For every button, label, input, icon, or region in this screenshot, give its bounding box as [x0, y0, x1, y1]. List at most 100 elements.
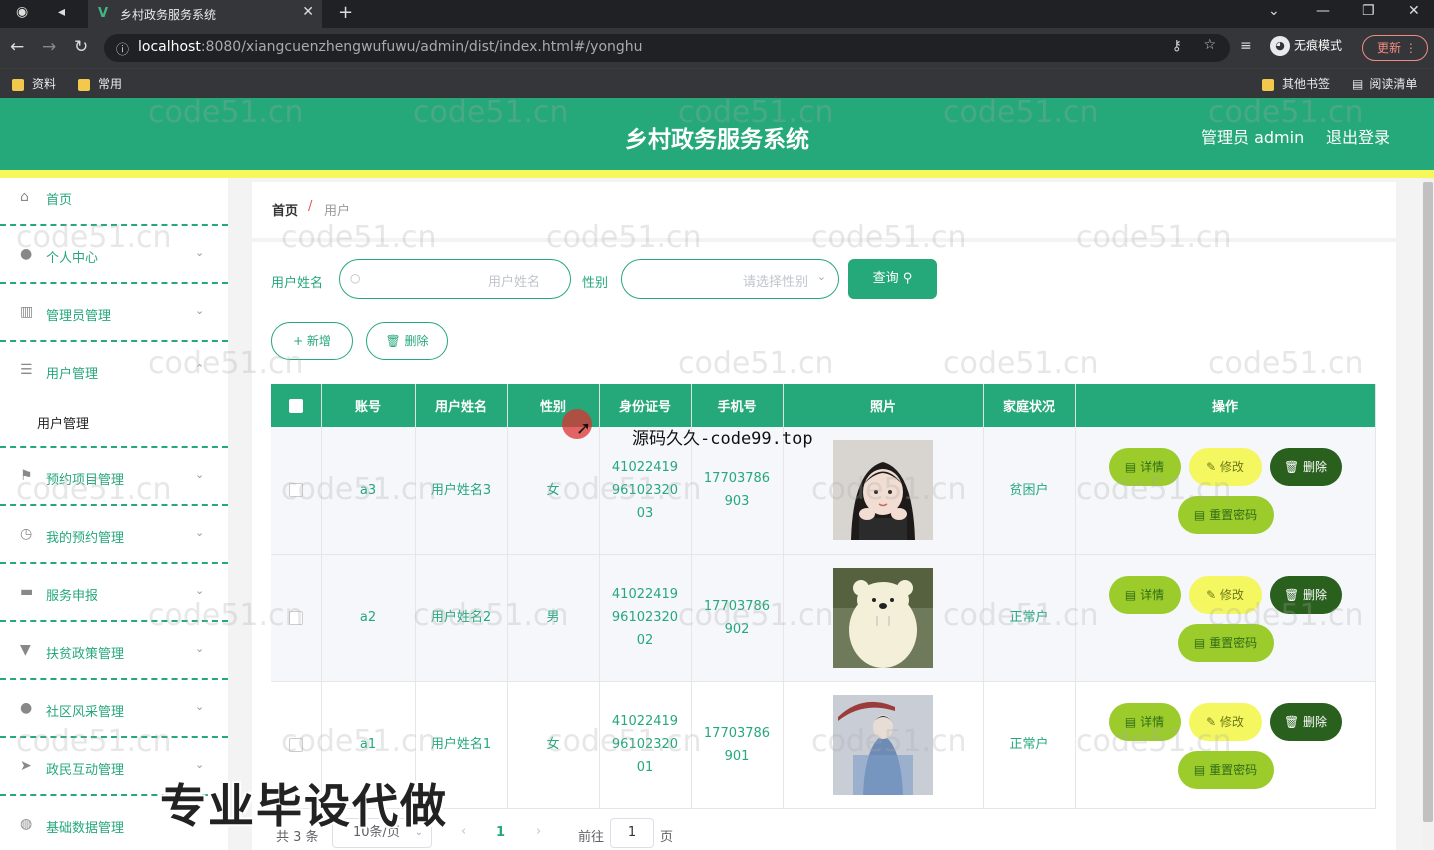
bookmark-label: 常用	[98, 77, 123, 91]
sidebar-item-admin-management[interactable]: ▥ 管理员管理 ⌄	[0, 284, 228, 342]
sidebar-item-my-bookings[interactable]: ◷ 我的预约管理 ⌄	[0, 506, 228, 564]
vue-logo-icon: V	[98, 6, 109, 21]
id-number-cell: 41022419 96102320 02	[599, 554, 692, 682]
bookmarks-bar: 资料 常用 其他书签 ▤ 阅读清单	[0, 68, 1434, 98]
id-line: 41022419	[611, 459, 679, 475]
prev-page-icon[interactable]: ‹	[461, 824, 466, 839]
edit-button[interactable]: ✎ 修改	[1188, 575, 1262, 614]
submenu-item-user-management[interactable]: 用户管理	[0, 400, 228, 448]
chevron-down-icon: ⌄	[195, 526, 205, 539]
back-icon[interactable]: ←	[10, 37, 24, 57]
query-button[interactable]: 查询 ⚲	[848, 259, 937, 299]
new-tab-icon[interactable]: +	[338, 2, 353, 23]
family-status-cell: 正常户	[983, 554, 1076, 682]
update-label: 更新	[1377, 41, 1402, 55]
sidebar-item-label: 服务申报	[46, 589, 99, 604]
edit-button[interactable]: ✎ 修改	[1188, 702, 1262, 741]
name-search-input[interactable]: ○ 用户姓名	[339, 259, 571, 299]
sidebar-item-service-declaration[interactable]: ▬ 服务申报 ⌄	[0, 564, 228, 622]
sidebar-item-home[interactable]: ⌂ 首页	[0, 178, 228, 226]
name-filter-label: 用户姓名	[271, 276, 324, 291]
header-accent-strip	[0, 170, 1434, 178]
sidebar-item-booking-projects[interactable]: ⚑ 预约项目管理 ⌄	[0, 448, 228, 506]
goto-page-input[interactable]: 1	[610, 818, 654, 848]
reload-icon[interactable]: ↻	[74, 37, 88, 57]
add-button[interactable]: + 新增	[271, 322, 353, 360]
edit-button[interactable]: ✎ 修改	[1188, 448, 1262, 487]
url-input[interactable]: ⓘ localhost:8080/xiangcuenzhengwufuwu/ad…	[104, 34, 1230, 62]
user-photo-bear[interactable]	[833, 567, 933, 668]
column-header: 照片	[783, 384, 984, 427]
other-bookmarks[interactable]: 其他书签	[1262, 75, 1330, 92]
phone-line: 901	[724, 748, 750, 764]
key-icon[interactable]: ⚷	[1172, 38, 1182, 54]
chevron-up-icon: ⌃	[195, 362, 205, 375]
column-header: 操作	[1075, 384, 1376, 427]
select-all-checkbox[interactable]	[288, 398, 303, 413]
scrollbar-thumb[interactable]	[1423, 182, 1433, 822]
chevron-down-icon[interactable]: ⌄	[1268, 3, 1280, 19]
star-icon[interactable]: ☆	[1203, 37, 1216, 53]
incognito-badge[interactable]: ◕ 无痕模式	[1270, 36, 1342, 56]
name-cell: 用户姓名2	[415, 554, 508, 682]
delete-button[interactable]: 🗑 删除	[1269, 702, 1342, 741]
admin-label: 管理员 admin	[1201, 128, 1305, 147]
breadcrumb-current: 用户	[324, 204, 351, 219]
reset-password-button[interactable]: ▤ 重置密码	[1177, 496, 1274, 535]
clock-icon: ◷	[20, 526, 33, 542]
sidebar-item-label: 个人中心	[46, 251, 99, 266]
table-row: a2 用户姓名2 男 41022419 96102320 02 17703786 90…	[271, 554, 1376, 682]
row-checkbox[interactable]	[288, 737, 303, 752]
sidebar-item-community[interactable]: ● 社区风采管理 ⌄	[0, 680, 228, 738]
chevron-down-icon: ⌄	[195, 304, 205, 317]
user-photo-umbrella[interactable]	[833, 694, 933, 795]
reading-list-icon[interactable]: ≡	[1240, 38, 1252, 54]
balloon-icon: ●	[20, 700, 33, 716]
minimize-icon[interactable]: —	[1316, 3, 1330, 19]
sidebar-item-user-management[interactable]: ☰ 用户管理 ⌃	[0, 342, 228, 400]
page-number[interactable]: 1	[496, 825, 505, 840]
id-line: 96102320	[611, 482, 679, 498]
column-header: 家庭状况	[983, 384, 1076, 427]
batch-delete-button[interactable]: 🗑 删除	[366, 322, 448, 360]
browser-tab[interactable]: V 乡村政务服务系统 ✕	[88, 0, 322, 28]
window-close-icon[interactable]: ✕	[1408, 3, 1420, 19]
id-line: 96102320	[611, 610, 679, 625]
restore-icon[interactable]: ❐	[1362, 3, 1375, 19]
detail-button[interactable]: ▤ 详情	[1108, 702, 1181, 741]
reading-list[interactable]: ▤ 阅读清单	[1352, 75, 1417, 92]
next-page-icon[interactable]: ›	[536, 824, 541, 839]
mute-icon[interactable]: ◂	[58, 4, 65, 20]
breadcrumb-home[interactable]: 首页	[272, 200, 298, 219]
delete-button[interactable]: 🗑 删除	[1269, 448, 1342, 487]
detail-button[interactable]: ▤ 详情	[1108, 575, 1181, 614]
bookmark-label: 资料	[32, 77, 57, 91]
bookmark-folder[interactable]: 资料	[12, 75, 56, 92]
delete-button[interactable]: 🗑 删除	[1269, 575, 1342, 614]
list-icon: ☰	[20, 362, 33, 378]
column-header: 用户姓名	[415, 384, 508, 427]
select-all-cell[interactable]	[271, 384, 322, 427]
phone-cell: 17703786 902	[691, 554, 784, 682]
bookmark-folder[interactable]: 常用	[78, 75, 122, 92]
chevron-down-icon: ⌄	[816, 270, 826, 283]
detail-button[interactable]: ▤ 详情	[1108, 448, 1181, 487]
info-icon[interactable]: ⓘ	[116, 39, 129, 58]
sidebar-item-label: 首页	[46, 193, 73, 208]
reset-password-button[interactable]: ▤ 重置密码	[1177, 623, 1274, 662]
row-checkbox[interactable]	[288, 483, 303, 498]
sidebar-item-poverty-policy[interactable]: ▼ 扶贫政策管理 ⌄	[0, 622, 228, 680]
gender-select[interactable]: 请选择性别 ⌄	[621, 259, 839, 299]
close-icon[interactable]: ✕	[302, 4, 314, 20]
logout-link[interactable]: 退出登录	[1326, 124, 1390, 148]
reset-password-button[interactable]: ▤ 重置密码	[1177, 750, 1274, 789]
user-photo-girl[interactable]	[833, 440, 933, 541]
update-button[interactable]: 更新 ⋮	[1362, 35, 1428, 61]
globe-icon[interactable]: ◉	[16, 4, 28, 20]
gender-select-placeholder: 请选择性别	[742, 275, 808, 290]
sidebar-item-personal-center[interactable]: ● 个人中心 ⌄	[0, 226, 228, 284]
books-icon: ▥	[20, 304, 34, 320]
app-header: 乡村政务服务系统 管理员 admin 退出登录	[0, 98, 1434, 170]
row-checkbox[interactable]	[288, 610, 303, 625]
forward-icon[interactable]: →	[42, 37, 56, 57]
